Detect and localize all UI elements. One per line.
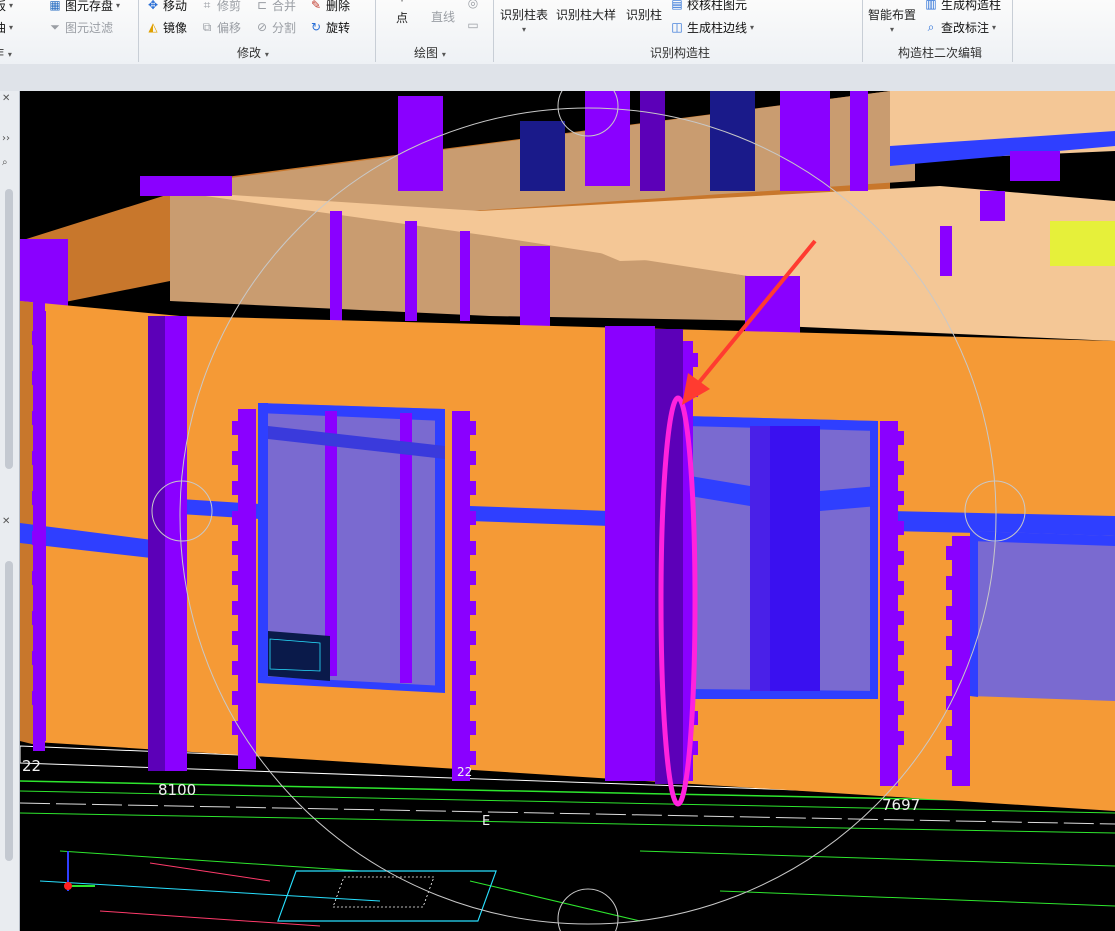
- group-title-edit2: 构造柱二次编辑: [898, 46, 983, 60]
- dimension-7697: 7697: [882, 796, 921, 814]
- recognize-detail-label: 识别柱大样: [556, 8, 617, 22]
- check-icon: ▤: [671, 0, 683, 11]
- save-element-button[interactable]: ▦ 图元存盘 ▾: [48, 0, 120, 14]
- offset-icon: ⧉: [202, 20, 212, 34]
- recognize-column-label: 识别柱: [626, 8, 663, 22]
- window-center: [685, 416, 878, 699]
- group-title-draw: 绘图 ▾: [414, 46, 446, 60]
- recognize-column-button[interactable]: 识别柱: [626, 6, 662, 23]
- edges-icon: ◫: [671, 20, 683, 34]
- mirror-button[interactable]: ◭ 镜像: [146, 18, 187, 36]
- split-button[interactable]: ⊘ 分割: [255, 18, 296, 36]
- rotate-label: 旋转: [326, 20, 351, 35]
- split-label: 分割: [272, 20, 297, 35]
- left-dock-panel: ✕ ›› ⌕ ✕: [0, 91, 20, 931]
- curve-label: 曲: [0, 20, 7, 35]
- trim-button[interactable]: ⌗ 修剪: [200, 0, 241, 14]
- eraser-icon: ✎: [310, 0, 322, 12]
- scrollbar[interactable]: [5, 561, 13, 861]
- split-icon: ⊘: [256, 20, 268, 34]
- smart-layout-button[interactable]: 智能布置 ▾: [868, 6, 916, 34]
- window-left: [258, 403, 445, 693]
- save-element-icon: ▦: [49, 0, 61, 12]
- filter-icon: ⏷: [50, 20, 60, 34]
- point-icon: ·: [400, 0, 404, 8]
- group-title-modify: 修改 ▾: [237, 46, 269, 60]
- separator: [493, 0, 494, 62]
- generate-column-label: 生成构造柱: [941, 0, 1002, 12]
- separator: [862, 0, 863, 62]
- rotate-icon: ↻: [310, 20, 322, 34]
- close-icon[interactable]: ✕: [2, 93, 10, 104]
- move-label: 移动: [163, 0, 188, 13]
- recognize-table-label: 识别柱表: [500, 8, 549, 22]
- recognize-table-button[interactable]: 识别柱表 ▾: [500, 6, 548, 34]
- point-label: 点: [395, 11, 408, 25]
- delete-button[interactable]: ✎ 删除: [309, 0, 350, 14]
- axis-label-22: 22: [457, 765, 473, 779]
- check-mark-label: 查改标注: [941, 20, 990, 35]
- toolbar-strip: [0, 64, 1115, 92]
- search-mark-icon: ⌕: [927, 20, 935, 34]
- check-mark-button[interactable]: ⌕ 查改标注 ▾: [924, 18, 996, 36]
- filter-element-button[interactable]: ⏷ 图元过滤: [48, 18, 113, 36]
- board-button[interactable]: 板 ▾: [0, 0, 13, 14]
- search-icon[interactable]: ⌕: [2, 157, 8, 168]
- merge-button[interactable]: ⊏ 合并: [255, 0, 296, 14]
- axis-label-22-left: 22: [22, 757, 42, 775]
- merge-icon: ⊏: [256, 0, 268, 12]
- delete-label: 删除: [326, 0, 351, 13]
- expand-icon[interactable]: ››: [2, 133, 10, 144]
- point-button[interactable]: · 点: [392, 0, 412, 26]
- smart-layout-label: 智能布置: [868, 8, 917, 22]
- board-label: 板: [0, 0, 7, 13]
- offset-label: 偏移: [217, 20, 242, 35]
- check-column-button[interactable]: ▤ 校核柱图元: [670, 0, 747, 13]
- check-column-label: 校核柱图元: [687, 0, 748, 12]
- draw-rect-button[interactable]: ▭: [466, 16, 480, 34]
- draw-circle-button[interactable]: ◎: [466, 0, 480, 12]
- save-element-label: 图元存盘: [65, 0, 114, 13]
- rectangle-icon: ▭: [467, 18, 479, 32]
- separator: [375, 0, 376, 62]
- generate-column-button[interactable]: ▥ 生成构造柱: [924, 0, 1001, 13]
- move-icon: ✥: [147, 0, 159, 12]
- recognize-detail-button[interactable]: 识别柱大样: [556, 6, 616, 23]
- mirror-label: 镜像: [163, 20, 188, 35]
- separator: [1012, 0, 1013, 62]
- group-title-ops: 作 ▾: [0, 46, 12, 60]
- trim-icon: ⌗: [203, 0, 211, 12]
- generate-edges-label: 生成柱边线: [687, 20, 748, 35]
- circle-icon: ◎: [467, 0, 479, 10]
- line-label: 直线: [430, 10, 455, 24]
- merge-label: 合并: [272, 0, 297, 13]
- curve-button[interactable]: 曲 ▾: [0, 18, 13, 36]
- model-scene: [20, 91, 1115, 931]
- mirror-icon: ◭: [148, 20, 158, 34]
- close-icon[interactable]: ✕: [2, 516, 10, 527]
- rotate-button[interactable]: ↻ 旋转: [309, 18, 350, 36]
- window-right: [970, 531, 1115, 701]
- generate-edges-button[interactable]: ◫ 生成柱边线 ▾: [670, 18, 754, 36]
- scrollbar[interactable]: [5, 189, 13, 469]
- ribbon-toolbar: 板▾ 曲▾ ▦ 图元存盘▾ ⏷ 图元过滤 作 ▾ 操作 ✥ 移动 ⌗ 修剪 ⊏ …: [0, 0, 1115, 65]
- group-title-recognize: 识别构造柱: [650, 46, 711, 60]
- dimension-8100: 8100: [158, 781, 197, 799]
- trim-label: 修剪: [217, 0, 242, 13]
- generate-column-icon: ▥: [925, 0, 937, 11]
- move-button[interactable]: ✥ 移动: [146, 0, 187, 14]
- axis-label-e: E: [482, 814, 491, 829]
- model-viewport[interactable]: 22 8100 22 7697 E: [20, 91, 1115, 931]
- filter-element-label: 图元过滤: [65, 20, 114, 35]
- line-button[interactable]: 直线: [428, 8, 458, 25]
- offset-button[interactable]: ⧉ 偏移: [200, 18, 241, 36]
- separator: [138, 0, 139, 62]
